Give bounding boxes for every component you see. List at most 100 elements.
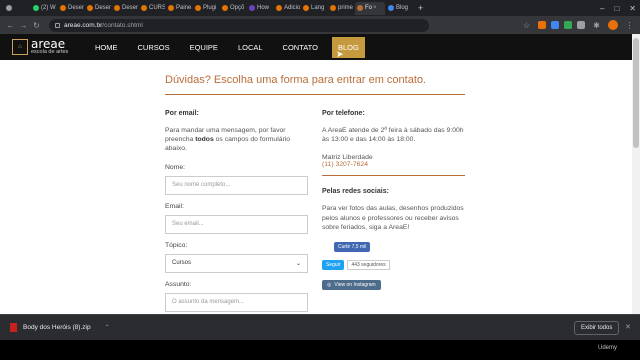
social-text: Para ver fotos das aulas, desenhos produ… <box>322 205 464 231</box>
site-header: ⌂ areae escola de artes HOME CURSOS EQUI… <box>0 34 632 60</box>
bookmark-star-icon[interactable]: ☆ <box>520 21 533 30</box>
maximize-button[interactable]: □ <box>614 4 619 13</box>
extension-icon[interactable] <box>538 21 546 29</box>
extension-icon[interactable] <box>564 21 572 29</box>
new-tab-button[interactable]: + <box>418 3 423 13</box>
tab-favicon-icon <box>388 5 394 11</box>
puzzle-icon[interactable]: ✱ <box>590 21 603 30</box>
reload-icon[interactable]: ↻ <box>30 21 43 30</box>
tab-favicon-icon <box>357 5 363 11</box>
browser-tab[interactable]: Adicio <box>274 2 300 15</box>
chevron-up-icon[interactable]: ⌃ <box>105 324 110 331</box>
address-path: /contato.shtml <box>102 21 143 29</box>
topic-label: Tópico: <box>165 241 188 249</box>
address-host: areae.com.br <box>64 21 103 29</box>
branch-name: Matriz Liberdade <box>322 154 373 162</box>
browser-tab[interactable]: prime <box>328 2 354 15</box>
browser-tab[interactable] <box>4 2 30 15</box>
mouse-cursor-icon: ➤ <box>336 49 344 59</box>
tab-label: Plugi <box>203 5 217 11</box>
video-footer <box>0 340 640 360</box>
close-window-button[interactable]: ✕ <box>629 4 636 13</box>
tab-label: Adicio <box>284 5 300 11</box>
tab-strip: (2) W Desen Desen Desen CURS Paine Plugi Opçõ Ho… <box>0 0 640 16</box>
nav-contato[interactable]: CONTATO <box>283 43 318 52</box>
browser-tab[interactable]: Blog <box>386 2 412 15</box>
tab-label: Desen <box>122 5 138 11</box>
tab-label: Paine <box>176 5 192 11</box>
browser-tab[interactable]: Desen <box>112 2 138 15</box>
email-label: Email: <box>165 202 184 210</box>
menu-icon[interactable]: ⋮ <box>623 21 636 30</box>
browser-tab[interactable]: Fo × <box>355 1 385 15</box>
browser-tab[interactable]: Desen <box>85 2 111 15</box>
divider <box>322 175 465 177</box>
tab-label: prime <box>338 5 354 11</box>
logo-sub-text: escola de artes <box>31 49 69 55</box>
nav-equipe[interactable]: EQUIPE <box>190 43 218 52</box>
download-item[interactable]: Body dos Heróis (8).zip ⌃ <box>10 323 110 332</box>
tab-favicon-icon <box>195 5 201 11</box>
extension-icon[interactable] <box>551 21 559 29</box>
browser-tab[interactable]: Plugi <box>193 2 219 15</box>
email-section: Por email: Para mandar uma mensagem, por… <box>165 110 310 314</box>
nav-local[interactable]: LOCAL <box>238 43 263 52</box>
chevron-down-icon: ⌄ <box>295 260 301 267</box>
nav-home[interactable]: HOME <box>95 43 118 52</box>
subject-field[interactable]: O assunto da mensagem... <box>165 292 308 312</box>
tab-label: How <box>257 5 270 11</box>
forward-icon[interactable]: → <box>17 21 30 30</box>
show-all-button[interactable]: Exibir todos <box>574 321 620 335</box>
tab-favicon-icon <box>114 5 120 11</box>
instagram-button[interactable]: ◎ View on Instagram <box>322 279 381 290</box>
topic-value: Cursos <box>172 260 192 267</box>
phone-hours: A AreaE atende de 2ª feira à sábado das … <box>322 127 464 144</box>
profile-avatar[interactable] <box>608 20 618 30</box>
nav-cursos[interactable]: CURSOS <box>138 43 170 52</box>
site-logo[interactable]: ⌂ areae escola de artes <box>12 38 68 56</box>
close-icon[interactable]: ✕ <box>625 323 631 331</box>
tab-label: Lang <box>311 5 325 11</box>
page-title: Dúvidas? Escolha uma forma para entrar e… <box>165 74 427 86</box>
close-tab-icon[interactable]: × <box>373 5 377 11</box>
tab-label: CURS <box>149 5 165 11</box>
browser-tab[interactable]: (2) W <box>31 2 57 15</box>
social-title: Pelas redes sociais: <box>322 188 389 196</box>
browser-tab[interactable]: How <box>247 2 273 15</box>
tab-favicon-icon <box>87 5 93 11</box>
extension-icon[interactable] <box>577 21 585 29</box>
tab-favicon-icon <box>168 5 174 11</box>
lock-icon <box>55 22 60 28</box>
back-icon[interactable]: ← <box>4 21 17 30</box>
instagram-button-label: View on Instagram <box>334 281 376 288</box>
instagram-icon: ◎ <box>327 281 332 288</box>
tab-list: (2) W Desen Desen Desen CURS Paine Plugi Opçõ Ho… <box>4 1 413 15</box>
scrollbar[interactable] <box>632 34 640 314</box>
tab-favicon-icon <box>33 5 39 11</box>
twitter-follow-button[interactable]: Seguir <box>322 259 345 270</box>
tab-favicon-icon <box>6 5 12 11</box>
email-field[interactable]: Seu email... <box>165 214 308 234</box>
browser-tab[interactable]: Paine <box>166 2 192 15</box>
udemy-watermark: Udemy <box>598 345 618 351</box>
download-bar: Body dos Heróis (8).zip ⌃ Exibir todos ✕ <box>0 314 640 340</box>
browser-tab[interactable]: Lang <box>301 2 327 15</box>
phone-number[interactable]: (11) 3207-7624 <box>322 161 467 168</box>
minimize-button[interactable]: – <box>600 4 604 13</box>
tab-label: Desen <box>68 5 84 11</box>
name-field[interactable]: Seu nome completo... <box>165 175 308 195</box>
twitter-follower-count: 443 seguidores <box>347 259 390 270</box>
browser-tab[interactable]: CURS <box>139 2 165 15</box>
browser-tab[interactable]: Desen <box>58 2 84 15</box>
facebook-like-button[interactable]: Curtir 7,5 mil <box>334 241 371 252</box>
tab-favicon-icon <box>60 5 66 11</box>
address-bar[interactable]: areae.com.br /contato.shtml <box>49 18 429 32</box>
topic-select[interactable]: Cursos ⌄ <box>165 253 308 273</box>
subject-label: Assunto: <box>165 280 192 288</box>
tab-favicon-icon <box>330 5 336 11</box>
scrollbar-thumb[interactable] <box>633 38 639 148</box>
browser-tab[interactable]: Opçõ <box>220 2 246 15</box>
download-filename: Body dos Heróis (8).zip <box>23 324 91 331</box>
tab-label: Fo <box>365 5 373 11</box>
tab-favicon-icon <box>303 5 309 11</box>
